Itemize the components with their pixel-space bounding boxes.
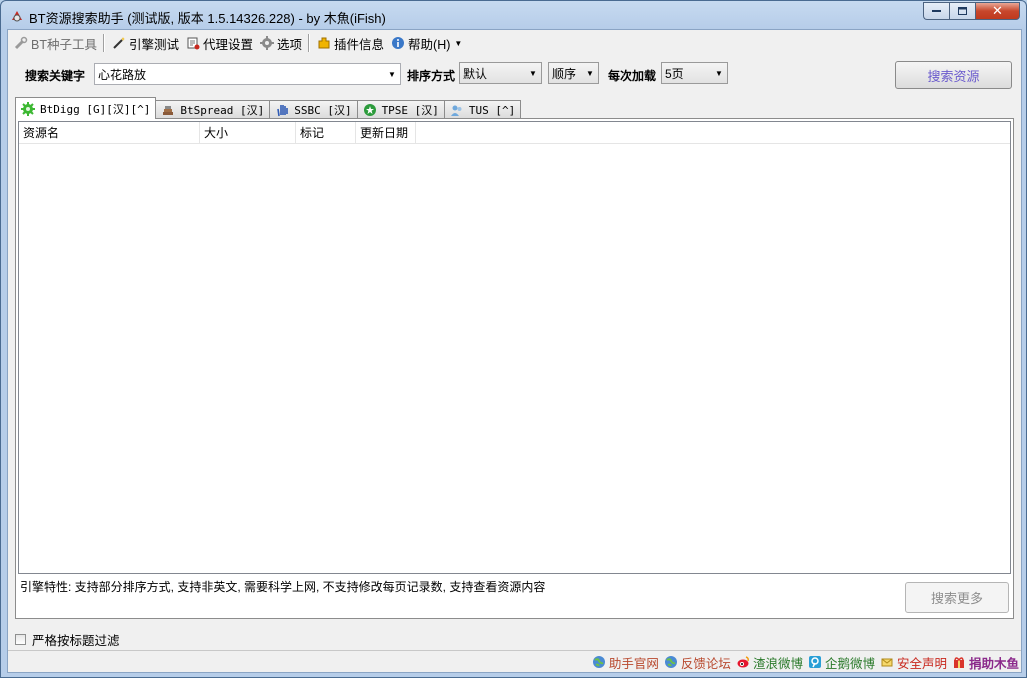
tab-tus-label: TUS [^] <box>468 103 516 117</box>
engine-tabs: BtDigg [G][汉][^] BtSpread [汉] SSBC [汉] T… <box>15 97 522 119</box>
bt-torrent-tool-label: BT种子工具 <box>31 37 97 52</box>
column-update-date[interactable]: 更新日期 <box>356 122 416 143</box>
shield-icon <box>879 654 895 670</box>
column-flag[interactable]: 标记 <box>296 122 356 143</box>
search-resources-button[interactable]: 搜索资源 <box>895 61 1012 89</box>
per-load-label: 每次加载 <box>608 69 657 83</box>
engine-test-button[interactable]: 引擎测试 <box>108 32 182 54</box>
hand-icon <box>274 102 290 118</box>
per-load-select[interactable]: 5页 ▼ <box>661 62 728 84</box>
tab-ssbc[interactable]: SSBC [汉] <box>269 100 358 119</box>
qq-weibo-icon <box>807 654 823 670</box>
chevron-down-icon: ▼ <box>715 68 723 78</box>
qq-weibo-link[interactable]: 企鹅微博 <box>807 653 875 672</box>
search-more-button[interactable]: 搜索更多 <box>905 582 1009 613</box>
green-star-icon <box>362 102 378 118</box>
help-menu-button[interactable]: 帮助(H) ▼ <box>387 32 465 54</box>
toolbar-separator <box>308 34 311 52</box>
proxy-settings-label: 代理设置 <box>203 37 254 52</box>
sort-select[interactable]: 默认 ▼ <box>459 62 542 84</box>
info-icon <box>390 35 406 51</box>
globe-icon <box>591 654 607 670</box>
status-bar: 助手官网 反馈论坛 渣浪微博 企鹅微博 安全声明 捐助木鱼 <box>8 650 1021 673</box>
maximize-button[interactable] <box>949 2 975 20</box>
main-client-area: BT种子工具 引擎测试 代理设置 选项 插件信息 帮助(H) ▼ 搜索关键字 心… <box>7 29 1022 673</box>
qq-weibo-label: 企鹅微博 <box>824 656 875 671</box>
security-statement-link[interactable]: 安全声明 <box>879 653 947 672</box>
engine-test-label: 引擎测试 <box>128 37 179 52</box>
chevron-down-icon: ▼ <box>454 38 463 48</box>
plugin-icon <box>316 35 332 51</box>
stack-icon <box>160 102 176 118</box>
bt-torrent-tool-button[interactable]: BT种子工具 <box>10 32 100 54</box>
keyword-label: 搜索关键字 <box>25 69 86 83</box>
order-select[interactable]: 顺序 ▼ <box>548 62 599 84</box>
tools-icon <box>13 35 29 51</box>
keyword-combobox[interactable]: 心花路放 ▼ <box>94 63 401 85</box>
toolbar-separator <box>102 34 105 52</box>
tab-ssbc-label: SSBC [汉] <box>294 104 352 117</box>
proxy-settings-button[interactable]: 代理设置 <box>182 32 256 54</box>
tab-tus[interactable]: TUS [^] <box>443 100 522 119</box>
magic-wand-icon <box>111 35 127 51</box>
weibo-icon <box>735 654 751 670</box>
per-load-value: 5页 <box>665 66 684 81</box>
engine-features-note: 引擎特性: 支持部分排序方式, 支持非英文, 需要科学上网, 不支持修改每页记录… <box>20 580 546 594</box>
tab-tpse-label: TPSE [汉] <box>381 104 439 117</box>
app-window: BT资源搜索助手 (测试版, 版本 1.5.14326.228) - by 木魚… <box>0 0 1027 678</box>
plugin-info-label: 插件信息 <box>334 37 385 52</box>
keyword-value: 心花路放 <box>98 67 147 82</box>
engine-tab-panel: 资源名 大小 标记 更新日期 引擎特性: 支持部分排序方式, 支持非英文, 需要… <box>15 118 1014 619</box>
strict-filter-label: 严格按标题过滤 <box>32 634 120 648</box>
gear-icon <box>259 35 275 51</box>
help-menu-label: 帮助(H) <box>408 37 451 52</box>
sina-weibo-label: 渣浪微博 <box>752 656 803 671</box>
tab-btspread[interactable]: BtSpread [汉] <box>155 100 271 119</box>
title-bar[interactable]: BT资源搜索助手 (测试版, 版本 1.5.14326.228) - by 木魚… <box>1 1 1026 29</box>
chevron-down-icon[interactable]: ▼ <box>384 70 400 79</box>
plugin-info-button[interactable]: 插件信息 <box>313 32 387 54</box>
globe-icon <box>663 654 679 670</box>
column-size[interactable]: 大小 <box>200 122 296 143</box>
official-site-link[interactable]: 助手官网 <box>591 653 659 672</box>
feedback-forum-label: 反馈论坛 <box>680 656 731 671</box>
tab-btdigg[interactable]: BtDigg [G][汉][^] <box>15 97 157 119</box>
options-button[interactable]: 选项 <box>256 32 305 54</box>
close-button[interactable]: ✕ <box>975 2 1020 20</box>
chevron-down-icon: ▼ <box>586 68 594 78</box>
feedback-forum-link[interactable]: 反馈论坛 <box>663 653 731 672</box>
order-value: 顺序 <box>552 66 577 81</box>
donate-link[interactable]: 捐助木鱼 <box>951 653 1019 672</box>
strict-filter-checkbox[interactable] <box>15 634 26 645</box>
window-title: BT资源搜索助手 (测试版, 版本 1.5.14326.228) - by 木魚… <box>29 11 386 26</box>
sort-value: 默认 <box>463 66 488 81</box>
donate-label: 捐助木鱼 <box>968 656 1019 671</box>
sort-label: 排序方式 <box>407 69 456 83</box>
close-icon: ✕ <box>992 3 1003 19</box>
security-statement-label: 安全声明 <box>896 656 947 671</box>
users-icon <box>449 102 465 118</box>
official-site-label: 助手官网 <box>608 656 659 671</box>
tab-tpse[interactable]: TPSE [汉] <box>356 100 445 119</box>
tab-btspread-label: BtSpread [汉] <box>180 104 265 117</box>
proxy-settings-icon <box>185 35 201 51</box>
tab-btdigg-label: BtDigg [G][汉][^] <box>40 102 151 116</box>
chevron-down-icon: ▼ <box>529 68 537 78</box>
gift-icon <box>951 654 967 670</box>
app-logo-icon <box>9 8 25 24</box>
green-gear-icon <box>20 101 36 117</box>
options-label: 选项 <box>277 37 303 52</box>
toolbar: BT种子工具 引擎测试 代理设置 选项 插件信息 帮助(H) ▼ <box>8 30 1021 56</box>
minimize-button[interactable] <box>923 2 949 20</box>
strict-filter-option[interactable]: 严格按标题过滤 <box>15 630 120 649</box>
results-list[interactable]: 资源名 大小 标记 更新日期 <box>18 121 1011 574</box>
column-resource-name[interactable]: 资源名 <box>19 122 200 143</box>
sina-weibo-link[interactable]: 渣浪微博 <box>735 653 803 672</box>
results-header: 资源名 大小 标记 更新日期 <box>19 122 1010 144</box>
